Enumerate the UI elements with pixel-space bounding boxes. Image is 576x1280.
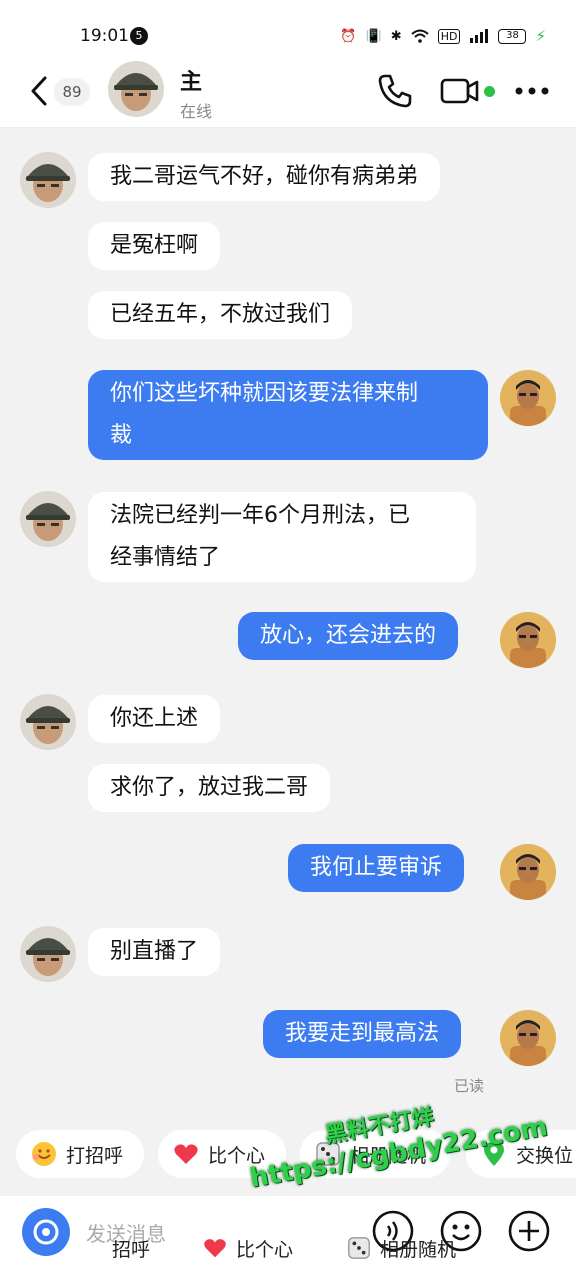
read-receipt: 已读 — [453, 1077, 484, 1095]
ghost-heart-label: 比个心 — [236, 1238, 294, 1261]
message-line: 裁 — [110, 423, 133, 448]
message-bubble[interactable]: 是冤枉啊 — [88, 222, 221, 270]
chat-header: 89 主 在线 — [0, 56, 576, 128]
dice-icon — [348, 1237, 370, 1259]
hd-icon: HD — [437, 28, 461, 44]
contact-avatar[interactable] — [20, 926, 76, 982]
quick-action-label: 打招呼 — [66, 1144, 124, 1167]
phone-call-icon[interactable] — [376, 72, 414, 110]
online-status: 在线 — [180, 102, 213, 121]
video-call-icon[interactable] — [440, 74, 480, 108]
alarm-icon: ⏰ — [340, 28, 357, 44]
more-options-icon[interactable] — [514, 86, 550, 96]
message-line: 经事情结了 — [110, 545, 221, 570]
vibrate-icon: 📳 — [365, 28, 382, 44]
notification-count-badge: 5 — [130, 27, 148, 45]
my-avatar[interactable] — [500, 370, 556, 426]
plus-icon[interactable] — [508, 1210, 550, 1252]
message-bubble[interactable]: 放心，还会进去的 — [238, 612, 459, 660]
my-avatar[interactable] — [500, 844, 556, 900]
ghost-greet-label: 招呼 — [112, 1238, 151, 1261]
message-bubble[interactable]: 你们这些坏种就因该要法律来制 裁 — [88, 370, 488, 460]
back-arrow-icon[interactable] — [28, 74, 50, 108]
smile-hug-icon — [32, 1142, 56, 1166]
contact-avatar[interactable] — [20, 491, 76, 547]
message-bubble[interactable]: 你还上述 — [88, 695, 221, 743]
message-bubble[interactable]: 法院已经判一年6个月刑法，已 经事情结了 — [88, 492, 476, 582]
ghost-album: 相册随机 — [346, 1228, 456, 1268]
ghost-greet: 招呼 — [112, 1228, 150, 1268]
wifi-icon — [411, 29, 429, 43]
ghost-heart: 比个心 — [202, 1228, 293, 1268]
contact-avatar[interactable] — [108, 61, 164, 117]
heart-icon — [174, 1144, 198, 1164]
message-bubble[interactable]: 我何止要审诉 — [288, 844, 465, 892]
ghost-album-label: 相册随机 — [380, 1238, 457, 1261]
message-line: 法院已经判一年6个月刑法，已 — [110, 503, 410, 528]
status-icons: ⏰ 📳 ✱ HD 38 ⚡ — [340, 26, 546, 46]
charging-icon: ⚡ — [535, 27, 546, 45]
message-bubble[interactable]: 已经五年，不放过我们 — [88, 291, 353, 339]
quick-action-greet[interactable]: 打招呼 — [16, 1130, 144, 1178]
heart-icon — [204, 1239, 226, 1258]
contact-avatar[interactable] — [20, 152, 76, 208]
contact-avatar[interactable] — [20, 694, 76, 750]
message-bubble[interactable]: 求你了，放过我二哥 — [88, 764, 331, 812]
camera-button[interactable] — [22, 1208, 70, 1256]
message-line: 你们这些坏种就因该要法律来制 — [110, 381, 419, 406]
message-list: 我二哥运气不好，碰你有病弟弟 是冤枉啊 已经五年，不放过我们 你们这些坏种就因该… — [0, 128, 576, 1108]
message-bubble[interactable]: 别直播了 — [88, 928, 221, 976]
unread-count-badge[interactable]: 89 — [54, 78, 90, 106]
my-avatar[interactable] — [500, 1010, 556, 1066]
contact-name: 主 — [180, 70, 203, 95]
my-avatar[interactable] — [500, 612, 556, 668]
signal-icon — [470, 29, 489, 43]
bluetooth-icon: ✱ — [390, 28, 402, 44]
camera-icon — [33, 1219, 59, 1245]
status-time: 19:01 — [80, 26, 129, 46]
online-dot — [484, 86, 495, 97]
message-bubble[interactable]: 我要走到最高法 — [263, 1010, 462, 1058]
message-bubble[interactable]: 我二哥运气不好，碰你有病弟弟 — [88, 153, 441, 201]
battery-indicator: 38 — [498, 28, 527, 44]
